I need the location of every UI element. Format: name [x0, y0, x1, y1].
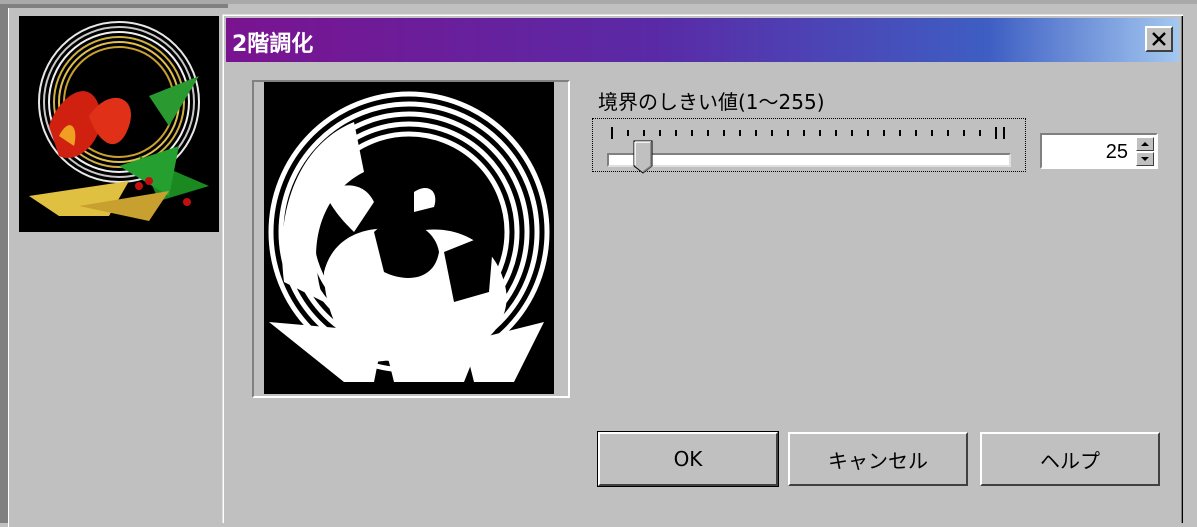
threshold-value-input[interactable]: 25 — [1040, 133, 1158, 169]
image-canvas — [8, 8, 229, 527]
threshold-label: 境界のしきい値(1～255) — [598, 90, 825, 114]
slider-ticks — [611, 127, 1007, 139]
dialog-title: 2階調化 — [232, 32, 314, 57]
preview-frame — [252, 80, 570, 398]
spin-up-button[interactable] — [1136, 137, 1154, 151]
dialog-titlebar[interactable]: 2階調化 — [226, 18, 1179, 62]
arrow-up-icon — [1141, 142, 1149, 146]
source-image-thumbnail[interactable] — [19, 16, 219, 232]
close-button[interactable] — [1145, 26, 1173, 52]
arrow-down-icon — [1141, 157, 1149, 161]
threshold-slider-track[interactable] — [607, 153, 1011, 167]
spin-down-button[interactable] — [1136, 152, 1154, 166]
image-canvas-area — [0, 4, 229, 527]
binarized-preview — [264, 82, 554, 394]
ok-button[interactable]: OK — [597, 431, 779, 487]
help-button[interactable]: ヘルプ — [980, 432, 1160, 486]
threshold-slider-group — [592, 118, 1026, 174]
close-icon — [1152, 32, 1166, 46]
threshold-value: 25 — [1105, 141, 1128, 163]
threshold-slider-thumb[interactable] — [633, 140, 653, 174]
binarize-dialog: 2階調化 境界のしきい値(1～255) 25 OK キャンセル ヘルプ — [222, 14, 1183, 523]
cancel-button[interactable]: キャンセル — [788, 432, 968, 486]
